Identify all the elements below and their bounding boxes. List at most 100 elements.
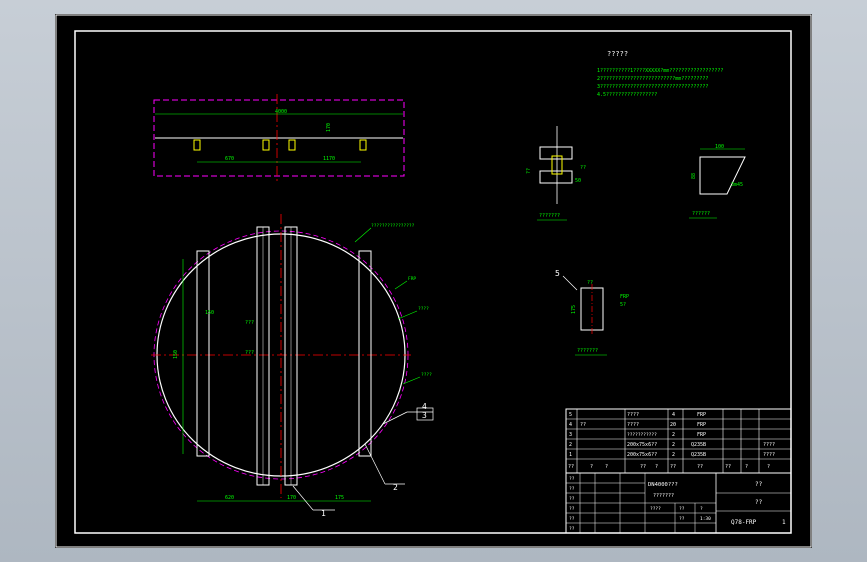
- dim-left-text: 670: [225, 156, 234, 162]
- plan-dim-text: 620: [225, 495, 234, 501]
- overall-dim-text: 4000: [275, 109, 287, 115]
- sign-label: ??: [569, 486, 575, 492]
- callout-text: FRP: [408, 276, 416, 282]
- bom-cell: 20: [670, 422, 676, 428]
- drawing-viewport[interactable]: ????? 1??????????1????XXXXX?mm??????????…: [55, 14, 812, 548]
- detail-c-dim: 5?: [620, 302, 626, 308]
- cad-drawing: ????? 1??????????1????XXXXX?mm??????????…: [55, 14, 812, 548]
- bom-cell: FRP: [697, 422, 706, 428]
- part-mark-2: 2: [393, 483, 398, 492]
- callout-leader: [354, 227, 372, 243]
- detail-a-flange: [539, 146, 573, 160]
- bom-header-cell: ??: [640, 464, 646, 470]
- sign-label: ??: [569, 476, 575, 482]
- title-mid-label: ?: [700, 506, 703, 512]
- note-line-3: 3????????????????????????????????????: [597, 84, 708, 90]
- bom-header-cell: ?: [655, 464, 658, 470]
- part-mark-4: 4: [422, 402, 427, 411]
- drawing-title: DN4000???: [648, 482, 678, 488]
- bom-header-cell: ??: [670, 464, 676, 470]
- bom-cell: ????: [627, 412, 639, 418]
- top-view: 4000 670 1170 170: [153, 94, 405, 184]
- bom-cell: 4: [569, 422, 572, 428]
- bom-header-cell: ?: [767, 464, 770, 470]
- plan-dim-text: 170: [287, 495, 296, 501]
- bom-cell: 200x75x6??: [627, 452, 657, 458]
- plan-dim-text: 150: [205, 310, 214, 316]
- bom-cell: ???????????: [627, 432, 657, 438]
- support-block: [288, 139, 296, 151]
- detail-c-leader: [562, 275, 578, 291]
- detail-b-dim: 100: [715, 144, 724, 150]
- part-mark-3: 3: [422, 411, 427, 420]
- detail-c-dim: ??: [587, 280, 593, 286]
- bom-cell: 2: [569, 442, 572, 448]
- bom-cell: ????: [763, 442, 775, 448]
- support-block: [262, 139, 270, 151]
- support-block: [359, 139, 367, 151]
- bom-cell: FRP: [697, 432, 706, 438]
- detail-b-caption: ??????: [692, 211, 710, 217]
- bom-cell: ??: [580, 422, 586, 428]
- bom-header-cell: ??: [725, 464, 731, 470]
- bom-cell: 1: [569, 452, 572, 458]
- bom-header-cell: ?: [745, 464, 748, 470]
- bom-header-cell: ??: [697, 464, 703, 470]
- bom-cell: 2: [672, 442, 675, 448]
- mark-leader: [364, 443, 386, 485]
- bom-cell: 3: [569, 432, 572, 438]
- note-line-2: 2?????????????????????????mm?????????: [597, 76, 708, 82]
- callout-leader: [394, 280, 408, 290]
- title-right-mid: ??: [755, 499, 763, 506]
- callout-text: ????: [418, 306, 429, 312]
- plan-dim-text: 175: [335, 495, 344, 501]
- detail-c-caption: ???????: [577, 348, 598, 354]
- callout-text: ????: [421, 372, 432, 378]
- bom-cell: 2: [672, 432, 675, 438]
- plan-dim-text: 150: [173, 350, 179, 359]
- detail-b: 100 88 3m45 ??????: [689, 144, 746, 219]
- note-line-1: 1??????????1????XXXXX?mm????????????????…: [597, 68, 723, 74]
- detail-c-dim: FRP: [620, 294, 629, 300]
- bom-table: 5 ???? 4 FRP 4 ?? ???? 20 FRP 3 ????????…: [565, 408, 792, 474]
- detail-b-dim: 3m45: [731, 182, 743, 188]
- part-mark-1: 1: [321, 509, 326, 518]
- sign-label: ??: [569, 496, 575, 502]
- callout-text: ????????????????: [371, 223, 415, 229]
- dim-right-text: 1170: [323, 156, 335, 162]
- bom-cell: 2: [672, 452, 675, 458]
- detail-a: ?? ?? 50 ???????: [526, 126, 586, 221]
- detail-a-flange: [539, 170, 573, 184]
- detail-b-bracket: [699, 156, 746, 195]
- bom-header-cell: ??: [568, 464, 574, 470]
- note-line-4: 4.5?????????????????: [597, 92, 657, 98]
- drawing-number: Q78-FRP: [731, 519, 757, 526]
- support-block: [193, 139, 201, 151]
- bom-cell: ????: [763, 452, 775, 458]
- detail-a-caption: ???????: [539, 213, 560, 219]
- bom-cell: 4: [672, 412, 675, 418]
- detail-c: 5 175 ?? FRP 5? ???????: [555, 269, 629, 356]
- title-mid-label: ??: [679, 516, 685, 522]
- plan-dim-text: ???: [245, 320, 254, 326]
- detail-c-mark: 5: [555, 269, 560, 278]
- drawing-subtitle: ???????: [653, 493, 674, 499]
- detail-b-dim: 88: [691, 173, 697, 179]
- sign-label: ??: [569, 516, 575, 522]
- sign-label: ??: [569, 506, 575, 512]
- sign-label: ??: [569, 526, 575, 532]
- title-block: DN4000??? ??????? ?? ?? Q78-FRP 1 ?? ?? …: [565, 472, 792, 534]
- title-mid-label: ????: [650, 506, 661, 512]
- bom-frame: [565, 408, 792, 474]
- bom-cell: Q235B: [691, 442, 706, 448]
- detail-a-dim: ??: [526, 168, 532, 174]
- bom-header-cell: ?: [605, 464, 608, 470]
- bom-cell: 5: [569, 412, 572, 418]
- notes-title: ?????: [607, 50, 628, 58]
- plan-dim-text: ???: [245, 350, 254, 356]
- bom-header-cell: ?: [590, 464, 593, 470]
- side-beam-right: [358, 250, 372, 457]
- bom-cell: Q235B: [691, 452, 706, 458]
- title-mid-label: 1:30: [700, 516, 711, 522]
- sheet-number: 1: [782, 519, 786, 526]
